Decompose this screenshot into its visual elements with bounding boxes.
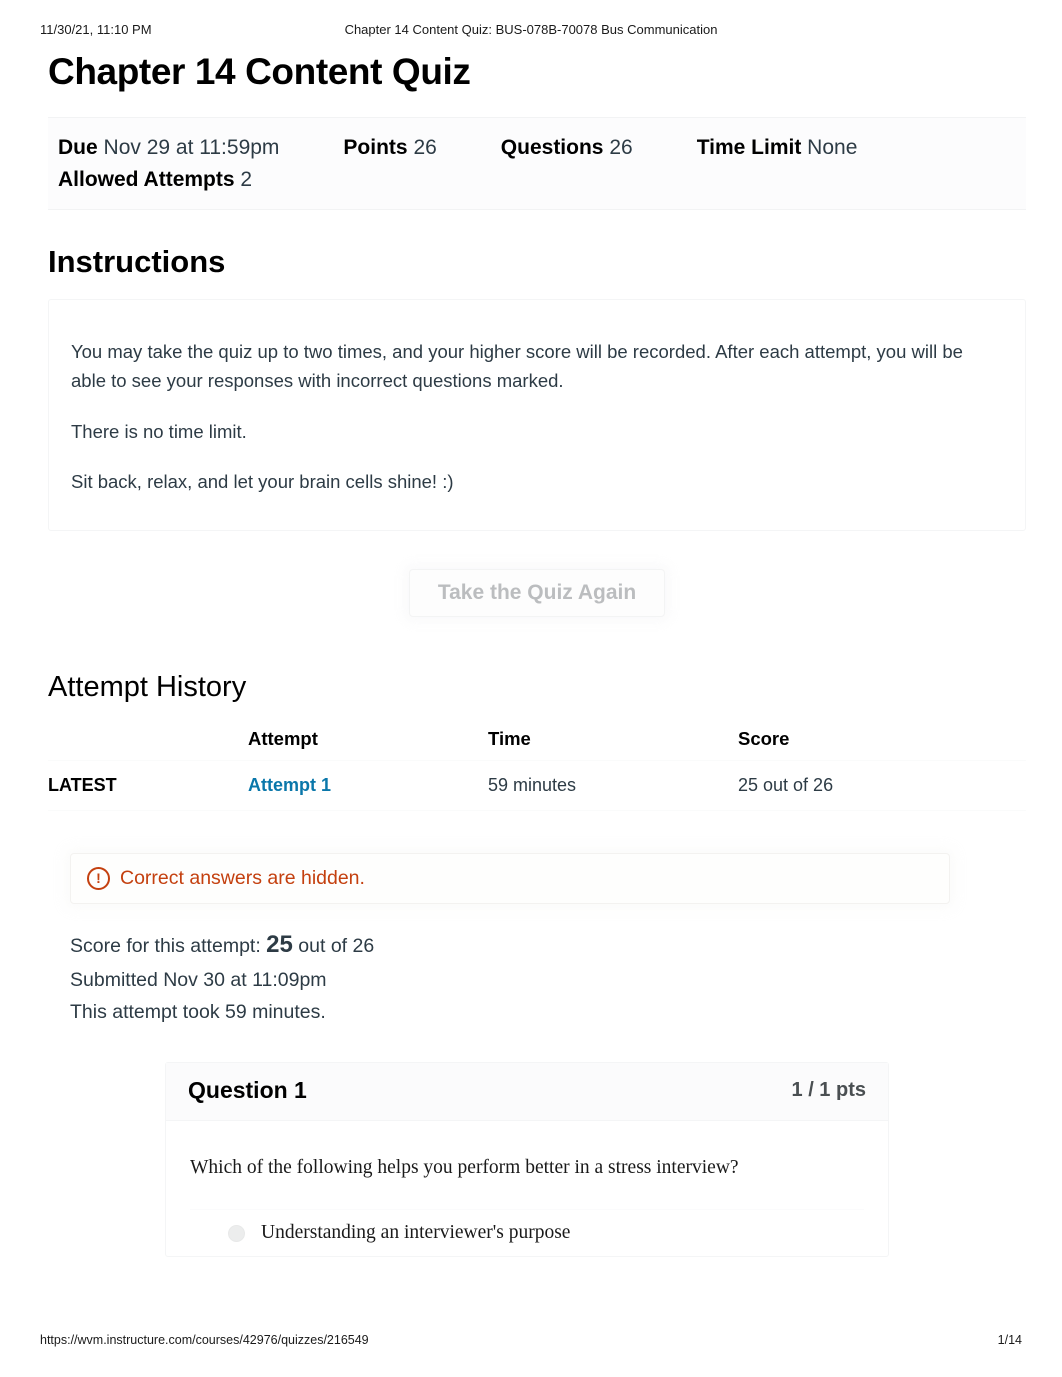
print-header: 11/30/21, 11:10 PM Chapter 14 Content Qu… bbox=[0, 22, 1062, 40]
print-source-url: https://wvm.instructure.com/courses/4297… bbox=[40, 1333, 369, 1347]
page-title: Chapter 14 Content Quiz bbox=[48, 51, 471, 92]
instructions-box: You may take the quiz up to two times, a… bbox=[48, 299, 1026, 532]
question-points: 1 / 1 pts bbox=[791, 1079, 866, 1102]
score-for-attempt-line: Score for this attempt: 25 out of 26 bbox=[70, 926, 1000, 965]
question-header: Question 1 1 / 1 pts bbox=[166, 1063, 888, 1122]
print-page-number: 1/14 bbox=[997, 1333, 1022, 1347]
quiz-meta-points: Points 26 bbox=[343, 132, 436, 165]
quiz-meta-time-limit-label: Time Limit bbox=[696, 135, 802, 159]
attempt-score-cell: 25 out of 26 bbox=[738, 760, 1026, 812]
quiz-meta-allowed-attempts-value: 2 bbox=[240, 168, 253, 192]
column-header-time: Time bbox=[488, 728, 531, 750]
attempt-history-table: Attempt Time Score LATEST Attempt 1 59 m… bbox=[48, 722, 1026, 812]
answer-list: Understanding an interviewer's purpose bbox=[190, 1209, 864, 1256]
exclamation-circle-icon: ! bbox=[87, 867, 110, 891]
column-header-score: Score bbox=[738, 728, 790, 750]
quiz-meta-due: Due Nov 29 at 11:59pm bbox=[58, 132, 279, 165]
question-name: Question 1 bbox=[188, 1077, 307, 1104]
question-block: Question 1 1 / 1 pts Which of the follow… bbox=[165, 1062, 889, 1258]
attempt-cell: Attempt 1 bbox=[248, 760, 488, 812]
attempt-time-cell: 59 minutes bbox=[488, 760, 738, 812]
instructions-paragraph-1: You may take the quiz up to two times, a… bbox=[71, 341, 963, 392]
quiz-meta-points-value: 26 bbox=[413, 135, 437, 159]
alert-message: Correct answers are hidden. bbox=[120, 867, 365, 890]
attempt-history-table-body: LATEST Attempt 1 59 minutes 25 out of 26 bbox=[48, 760, 1026, 812]
answer-option[interactable]: Understanding an interviewer's purpose bbox=[190, 1209, 864, 1256]
attempt-1-link[interactable]: Attempt 1 bbox=[248, 775, 331, 795]
radio-button-icon[interactable] bbox=[228, 1224, 245, 1242]
quiz-meta-time-limit-value: None bbox=[807, 135, 858, 159]
score-value: 25 bbox=[266, 931, 293, 959]
quiz-meta-questions: Questions 26 bbox=[501, 132, 633, 165]
attempt-history-table-head: Attempt Time Score bbox=[48, 722, 1026, 761]
quiz-meta-questions-label: Questions bbox=[500, 135, 604, 159]
correct-answers-hidden-alert: ! Correct answers are hidden. bbox=[70, 853, 950, 905]
attempt-results: ! Correct answers are hidden. Score for … bbox=[70, 853, 1000, 1258]
quiz-meta-due-label: Due bbox=[58, 135, 98, 159]
attempt-history-heading: Attempt History bbox=[48, 671, 247, 704]
take-quiz-again-button[interactable]: Take the Quiz Again bbox=[408, 569, 666, 618]
question-text: Which of the following helps you perform… bbox=[190, 1157, 739, 1179]
submitted-line: Submitted Nov 30 at 11:09pm bbox=[70, 969, 327, 992]
score-summary: Score for this attempt: 25 out of 26 Sub… bbox=[70, 926, 1000, 1028]
print-footer: https://wvm.instructure.com/courses/4297… bbox=[0, 1333, 1062, 1351]
question-body: Which of the following helps you perform… bbox=[166, 1121, 888, 1256]
page-content: Chapter 14 Content Quiz Due Nov 29 at 11… bbox=[48, 51, 1026, 1258]
quiz-meta-questions-value: 26 bbox=[609, 135, 633, 159]
quiz-meta-allowed-attempts: Allowed Attempts 2 bbox=[58, 164, 252, 197]
quiz-meta-due-value: Nov 29 at 11:59pm bbox=[103, 135, 280, 159]
print-document-title: Chapter 14 Content Quiz: BUS-078B-70078 … bbox=[344, 22, 718, 37]
score-prefix-label: Score for this attempt: bbox=[70, 935, 261, 958]
answer-option-label: Understanding an interviewer's purpose bbox=[261, 1222, 571, 1244]
table-header-row: Attempt Time Score bbox=[48, 722, 1026, 761]
quiz-meta-row-2: Allowed Attempts 2 bbox=[58, 164, 1016, 197]
instructions-paragraph-3: Sit back, relax, and let your brain cell… bbox=[71, 471, 454, 493]
attempt-latest-badge: LATEST bbox=[48, 760, 248, 812]
quiz-actions: Take the Quiz Again bbox=[48, 569, 1026, 618]
quiz-meta-time-limit: Time Limit None bbox=[697, 132, 858, 165]
exclamation-glyph: ! bbox=[96, 869, 101, 886]
column-header-attempt: Attempt bbox=[248, 728, 318, 750]
column-header-blank bbox=[48, 722, 248, 761]
attempt-duration-line: This attempt took 59 minutes. bbox=[70, 1000, 326, 1023]
quiz-meta-bar: Due Nov 29 at 11:59pm Points 26 Question… bbox=[48, 116, 1026, 210]
instructions-paragraph-2: There is no time limit. bbox=[71, 420, 247, 442]
quiz-meta-points-label: Points bbox=[343, 135, 408, 159]
quiz-meta-allowed-attempts-label: Allowed Attempts bbox=[58, 168, 235, 192]
instructions-heading: Instructions bbox=[48, 243, 226, 279]
quiz-meta-row-1: Due Nov 29 at 11:59pm Points 26 Question… bbox=[58, 132, 1016, 165]
table-row: LATEST Attempt 1 59 minutes 25 out of 26 bbox=[48, 760, 1026, 812]
score-suffix-label: out of 26 bbox=[298, 935, 375, 958]
